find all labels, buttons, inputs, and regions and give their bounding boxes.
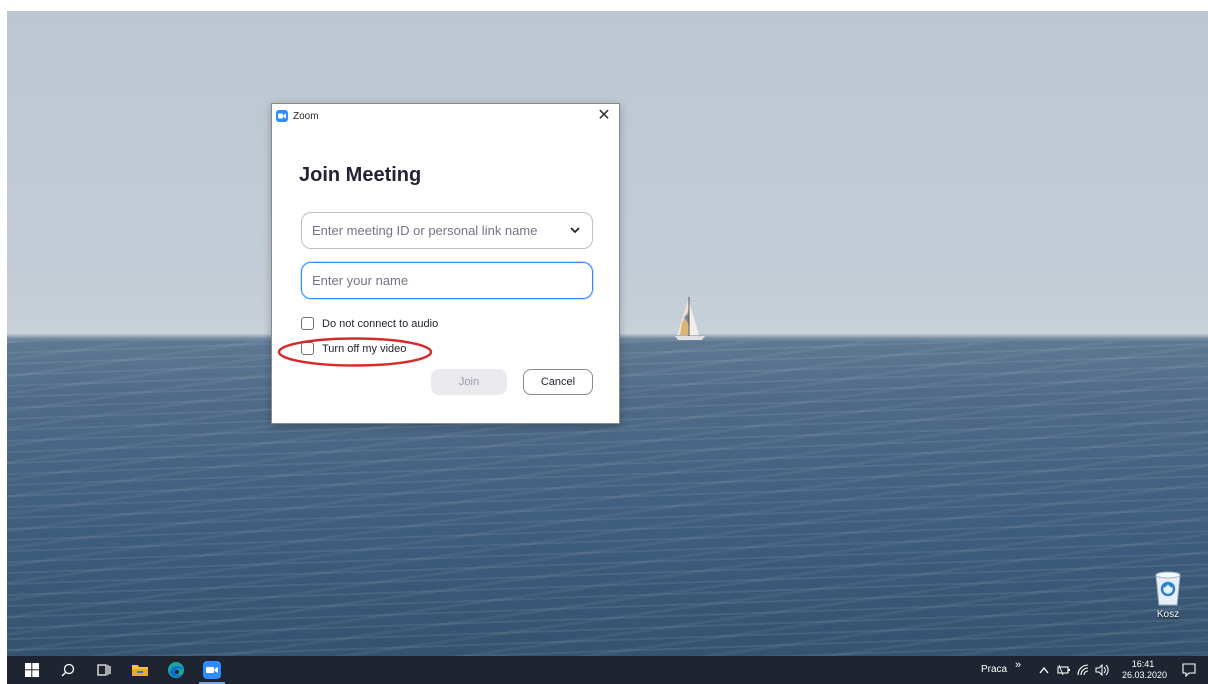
taskbar-clock[interactable]: 16:41 26.03.2020 <box>1122 659 1168 681</box>
battery-icon[interactable] <box>1057 664 1071 676</box>
video-option[interactable]: Turn off my video <box>301 342 406 355</box>
windows-start-icon <box>25 663 39 677</box>
chevron-down-icon[interactable] <box>568 223 582 237</box>
audio-checkbox-label: Do not connect to audio <box>322 317 439 330</box>
page-title: Join Meeting <box>299 164 422 186</box>
recycle-bin-label: Kosz <box>1156 609 1180 620</box>
tray-overflow-icon[interactable]: » <box>1015 659 1021 671</box>
search-button[interactable] <box>51 656 85 684</box>
audio-checkbox[interactable] <box>301 317 314 330</box>
audio-option[interactable]: Do not connect to audio <box>301 317 438 330</box>
notification-icon[interactable] <box>1182 663 1196 677</box>
name-input[interactable] <box>312 266 562 295</box>
zoom-app-icon <box>276 110 288 122</box>
meeting-id-input[interactable] <box>312 216 562 245</box>
file-explorer-icon <box>132 665 148 676</box>
sailboat-image <box>675 297 705 340</box>
task-view-icon <box>97 664 111 676</box>
task-view-button[interactable] <box>87 656 121 684</box>
recycle-bin[interactable]: Kosz <box>1143 567 1193 637</box>
file-explorer-button[interactable] <box>123 656 157 684</box>
show-hidden-icons-icon[interactable] <box>1039 666 1049 674</box>
meeting-id-field[interactable] <box>301 212 593 249</box>
search-icon <box>61 663 75 677</box>
edge-icon <box>168 662 184 678</box>
zoom-join-dialog: Zoom ✕ Join Meeting Do not connect to au… <box>271 103 620 424</box>
tray-toolbar-label[interactable]: Praca <box>981 664 1007 675</box>
dialog-title: Zoom <box>293 110 319 122</box>
close-button[interactable]: ✕ <box>595 107 613 125</box>
zoom-icon <box>203 661 221 679</box>
clock-date: 26.03.2020 <box>1122 670 1168 680</box>
volume-icon[interactable] <box>1095 663 1109 677</box>
edge-button[interactable] <box>159 656 193 684</box>
join-button[interactable]: Join <box>431 369 507 395</box>
video-checkbox-label: Turn off my video <box>322 342 407 355</box>
cancel-button[interactable]: Cancel <box>523 369 593 395</box>
zoom-taskbar-button[interactable] <box>195 656 229 684</box>
name-field[interactable] <box>301 262 593 299</box>
wifi-icon[interactable] <box>1077 664 1091 676</box>
start-button[interactable] <box>15 656 49 684</box>
video-checkbox[interactable] <box>301 342 314 355</box>
taskbar: Praca » 16:41 26.03.2020 <box>7 656 1208 684</box>
close-icon: ✕ <box>597 107 611 124</box>
clock-time: 16:41 <box>1131 659 1155 669</box>
recycle-bin-icon <box>1155 571 1181 606</box>
dialog-titlebar[interactable]: Zoom ✕ <box>272 104 619 128</box>
